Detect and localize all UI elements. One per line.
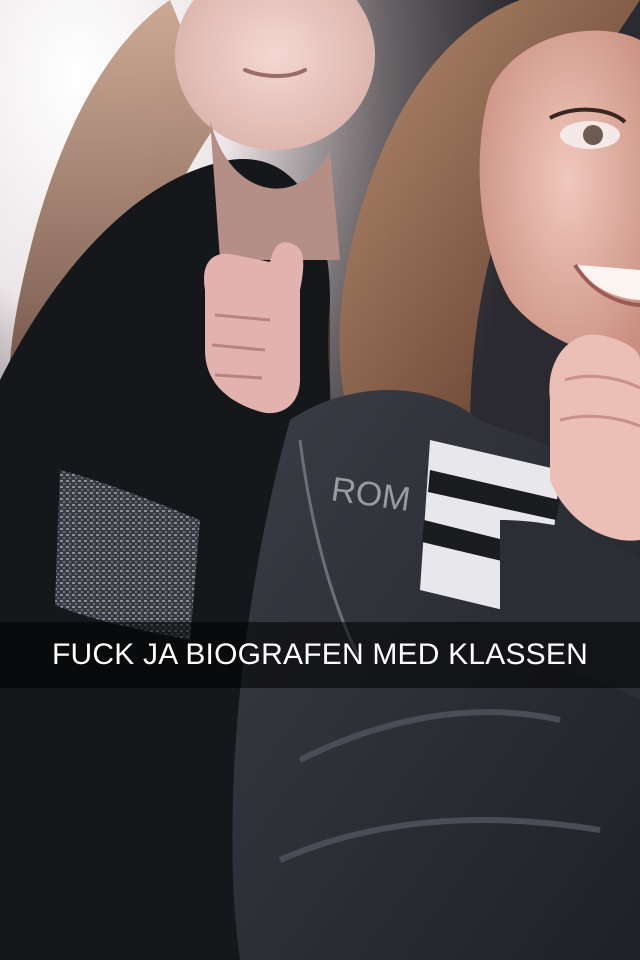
snap-view: ROM FUCK JA BIOGRAFEN MED KLASSEN — [0, 0, 640, 960]
snap-caption: FUCK JA BIOGRAFEN MED KLASSEN — [52, 638, 588, 671]
snap-caption-bar: FUCK JA BIOGRAFEN MED KLASSEN — [0, 622, 640, 688]
selfie-photo: ROM — [0, 0, 640, 960]
